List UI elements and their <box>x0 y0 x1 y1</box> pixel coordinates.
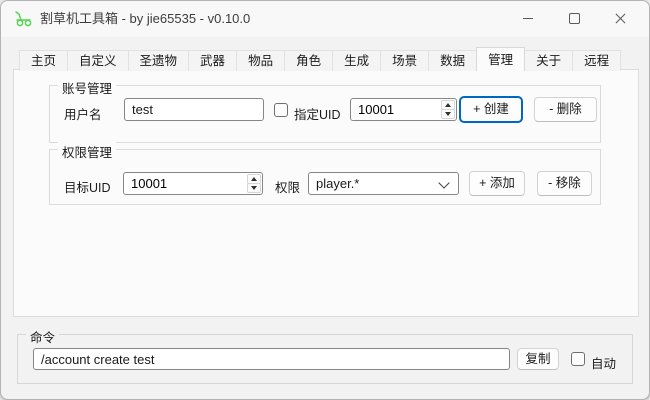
tab-data[interactable]: 数据 <box>428 50 477 71</box>
account-groupbox: 账号管理 用户名 指定UID + 创建 - 删除 <box>49 85 601 143</box>
command-input[interactable] <box>33 348 510 370</box>
auto-label: 自动 <box>591 353 616 372</box>
permission-groupbox: 权限管理 目标UID 权限 player.* + 添加 - 移除 <box>49 149 601 205</box>
create-account-button[interactable]: + 创建 <box>460 97 522 122</box>
tab-about[interactable]: 关于 <box>524 50 573 71</box>
add-permission-button[interactable]: + 添加 <box>469 171 525 196</box>
permission-label: 权限 <box>275 177 300 196</box>
target-uid-spin-down-button[interactable] <box>247 183 261 193</box>
close-icon <box>614 12 627 25</box>
permission-select[interactable]: player.* <box>308 172 459 195</box>
uid-spinner-input[interactable] <box>351 99 447 120</box>
auto-checkbox[interactable] <box>571 352 585 366</box>
command-group-title: 命令 <box>26 327 59 346</box>
maximize-icon <box>569 13 580 24</box>
spinner-down-icon <box>251 186 257 190</box>
uid-spin-down-button[interactable] <box>441 109 455 119</box>
target-uid-spinner[interactable] <box>123 172 263 195</box>
minimize-button[interactable] <box>505 1 551 36</box>
uid-spinner-arrows <box>441 100 455 119</box>
remove-permission-button[interactable]: - 移除 <box>537 171 592 196</box>
uid-spinner[interactable] <box>350 98 457 121</box>
permission-select-value: player.* <box>316 176 359 191</box>
command-groupbox: 命令 复制 自动 <box>17 334 633 384</box>
tab-scene[interactable]: 场景 <box>380 50 429 71</box>
tab-items[interactable]: 物品 <box>236 50 285 71</box>
titlebar: 割草机工具箱 - by jie65535 - v0.10.0 <box>1 1 649 37</box>
tab-custom[interactable]: 自定义 <box>67 50 129 71</box>
username-label: 用户名 <box>64 104 102 123</box>
app-icon <box>13 10 35 28</box>
target-uid-spinner-arrows <box>247 174 261 193</box>
minimize-icon <box>523 18 533 19</box>
tab-home[interactable]: 主页 <box>19 50 68 71</box>
tab-bar: 主页 自定义 圣遗物 武器 物品 角色 生成 场景 数据 管理 关于 远程 <box>19 47 621 71</box>
tab-generate[interactable]: 生成 <box>332 50 381 71</box>
spinner-down-icon <box>445 112 451 116</box>
target-uid-label: 目标UID <box>64 177 111 196</box>
tab-weapons[interactable]: 武器 <box>188 50 237 71</box>
username-input[interactable] <box>124 98 264 121</box>
spinner-up-icon <box>445 103 451 107</box>
app-window: 割草机工具箱 - by jie65535 - v0.10.0 主页 自定义 圣遗… <box>0 0 650 400</box>
maximize-button[interactable] <box>551 1 597 36</box>
copy-button[interactable]: 复制 <box>517 348 559 370</box>
close-button[interactable] <box>597 1 643 36</box>
tab-manage[interactable]: 管理 <box>476 47 525 71</box>
delete-account-button[interactable]: - 删除 <box>534 97 597 122</box>
window-title: 割草机工具箱 - by jie65535 - v0.10.0 <box>40 1 250 37</box>
spinner-up-icon <box>251 177 257 181</box>
tab-artifacts[interactable]: 圣遗物 <box>128 50 190 71</box>
account-group-title: 账号管理 <box>58 78 116 97</box>
tab-characters[interactable]: 角色 <box>284 50 333 71</box>
tab-remote[interactable]: 远程 <box>572 50 621 71</box>
permission-group-title: 权限管理 <box>58 142 116 161</box>
target-uid-spinner-input[interactable] <box>124 173 253 194</box>
combo-chevron-icon <box>438 177 449 188</box>
specify-uid-label: 指定UID <box>294 104 341 123</box>
specify-uid-checkbox[interactable] <box>274 103 288 117</box>
